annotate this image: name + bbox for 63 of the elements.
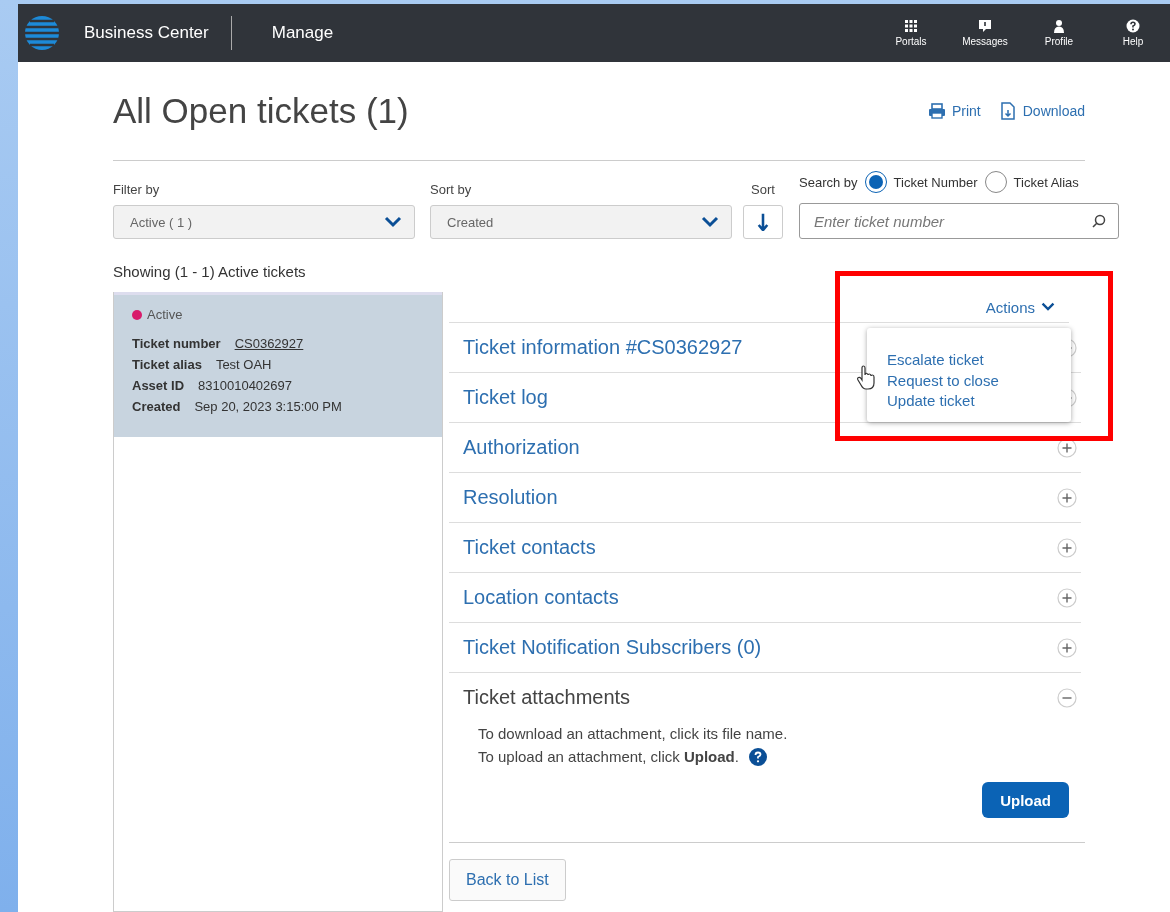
filter-dropdown[interactable]: Active ( 1 ) — [113, 205, 415, 239]
chevron-down-icon — [384, 216, 402, 228]
page-title: All Open tickets (1) — [113, 91, 409, 131]
sort-direction-button[interactable] — [743, 205, 783, 239]
print-link[interactable]: Print — [927, 102, 981, 120]
section-heading[interactable]: Authorization — [463, 436, 580, 459]
field-value: Sep 20, 2023 3:15:00 PM — [194, 399, 342, 414]
brand-name: Business Center — [84, 16, 232, 50]
section-heading[interactable]: Ticket contacts — [463, 536, 596, 559]
printer-icon — [927, 102, 946, 120]
menu-item[interactable]: Escalate ticket — [887, 350, 1071, 371]
help-icon[interactable] — [748, 747, 767, 766]
globe-logo-icon — [24, 15, 60, 51]
nav-message-button[interactable]: Messages — [948, 19, 1022, 47]
chevron-down-icon — [1041, 302, 1055, 312]
actions-dropdown[interactable]: Actions — [985, 298, 1055, 316]
search-by-label: Search by — [799, 174, 858, 190]
sort-by-label: Sort by — [430, 182, 473, 197]
nav-person-button[interactable]: Profile — [1022, 19, 1096, 47]
person-icon — [1052, 19, 1066, 33]
instruction-text: To upload an attachment, click Upload. — [478, 747, 739, 767]
menu-item[interactable]: Update ticket — [887, 391, 1071, 412]
sort-label: Sort — [751, 182, 775, 197]
field-label: Asset ID — [132, 378, 185, 393]
section-heading[interactable]: Ticket information #CS0362927 — [463, 336, 743, 359]
filter-label: Filter by — [113, 182, 161, 197]
menu-item[interactable]: Request to close — [887, 370, 1071, 391]
field-label: Ticket number — [132, 336, 221, 351]
message-icon — [978, 19, 992, 33]
back-to-list-button[interactable]: Back to List — [449, 859, 566, 901]
field-value: Test OAH — [215, 357, 272, 372]
sort-dropdown[interactable]: Created — [430, 205, 732, 239]
radio-label: Ticket Number — [893, 174, 978, 190]
field-label: Ticket alias — [132, 357, 202, 372]
nav-link[interactable]: Manage — [271, 23, 334, 43]
document-icon — [998, 102, 1017, 120]
collapse-button[interactable] — [1057, 687, 1077, 708]
search-icon — [1092, 214, 1106, 228]
section-heading[interactable]: Location contacts — [463, 586, 619, 609]
nav-grid-button[interactable]: Portals — [874, 19, 948, 47]
section-heading[interactable]: Ticket Notification Subscribers (0) — [463, 636, 762, 659]
field-label: Created — [132, 399, 181, 414]
field-value: 8310010402697 — [198, 378, 293, 393]
upload-button[interactable]: Upload — [982, 782, 1069, 818]
radio-button[interactable] — [864, 171, 887, 193]
radio-button[interactable] — [984, 171, 1007, 193]
chevron-down-icon — [701, 216, 719, 228]
minus-icon — [1057, 687, 1077, 708]
section-heading[interactable]: Ticket log — [463, 386, 548, 409]
ticket-card[interactable]: Active Ticket number CS0362927 Ticket alias Test OAH Asset ID 8310010402697 Created Sep 20, 2023 3:15:00 PM — [114, 292, 442, 437]
radio-label: Ticket Alias — [1013, 174, 1079, 190]
status-label: Active — [147, 307, 183, 322]
download-link[interactable]: Download — [998, 102, 1085, 120]
help-icon — [1126, 19, 1140, 33]
results-count: Showing (1 - 1) Active tickets — [113, 263, 307, 280]
arrow-down-icon — [757, 212, 769, 232]
search-field[interactable]: Enter ticket number — [799, 203, 1119, 239]
section-heading[interactable]: Resolution — [463, 486, 558, 509]
section-heading[interactable]: Ticket attachments — [463, 686, 631, 709]
grid-icon — [904, 19, 918, 33]
nav-help-button[interactable]: Help — [1096, 19, 1170, 47]
ticket-number-link[interactable]: CS0362927 — [234, 336, 304, 351]
instruction-text: To download an attachment, click its file name. — [478, 724, 788, 744]
